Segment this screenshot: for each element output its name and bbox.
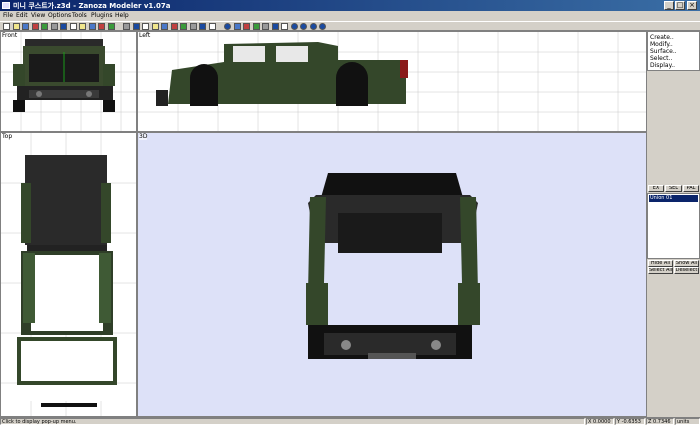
tex-icon[interactable] xyxy=(208,23,216,30)
zoom-icon[interactable] xyxy=(170,23,178,30)
top-truck-model xyxy=(17,155,117,407)
cone-icon[interactable] xyxy=(300,23,307,30)
cube-icon[interactable] xyxy=(281,23,288,30)
status-units: units xyxy=(675,418,700,425)
side-truck-model xyxy=(156,42,408,106)
menu-file[interactable]: File xyxy=(3,12,13,19)
hide-all-button[interactable]: Hide All xyxy=(648,260,673,267)
perspective-view-canvas xyxy=(306,173,480,359)
sphere-icon[interactable] xyxy=(224,23,231,30)
viewport-label-persp: 3D xyxy=(139,133,148,140)
command-list: Create.. Modify.. Surface.. Select.. Dis… xyxy=(647,31,700,71)
status-z: Z 0.7346 xyxy=(646,418,674,425)
status-message: Click to display pop-up menu. xyxy=(0,418,585,425)
render-icon[interactable] xyxy=(107,23,115,30)
viewport-perspective[interactable]: 3D xyxy=(137,132,647,417)
object-list[interactable]: Union 01 xyxy=(647,193,700,259)
viewport-label-top: Top xyxy=(2,133,13,140)
menu-bar: File Edit View Options Tools Plugins Hel… xyxy=(0,11,700,21)
edge-icon[interactable] xyxy=(243,23,250,30)
cut-icon[interactable] xyxy=(31,23,39,30)
command-display[interactable]: Display.. xyxy=(650,62,675,69)
undo-icon[interactable] xyxy=(60,23,67,30)
status-z-label: Z xyxy=(648,419,652,425)
fit-icon[interactable] xyxy=(189,23,197,30)
v-icon[interactable] xyxy=(88,23,96,30)
cylinder-icon[interactable] xyxy=(290,23,298,30)
perspective-truck-model xyxy=(306,173,480,359)
front-truck-model xyxy=(13,39,115,112)
viewport-front[interactable]: Front xyxy=(0,31,137,132)
viewport-top[interactable]: Top xyxy=(0,132,137,417)
menu-view[interactable]: View xyxy=(31,12,45,19)
status-z-value: 0.7346 xyxy=(653,419,671,425)
status-y-value: -0.6353 xyxy=(621,419,641,425)
edit-icon[interactable] xyxy=(262,23,269,30)
rotate-icon[interactable] xyxy=(142,23,149,30)
menu-tools[interactable]: Tools xyxy=(72,12,87,19)
window-title: 미니 쿠스트가.z3d - Zanoza Modeler v1.07a xyxy=(13,2,171,10)
save-icon[interactable] xyxy=(22,23,29,30)
menu-edit[interactable]: Edit xyxy=(16,12,28,19)
tab-sel[interactable]: SEL xyxy=(665,185,682,192)
paint-icon[interactable] xyxy=(161,23,168,30)
menu-options[interactable]: Options xyxy=(48,12,71,19)
left-view-canvas xyxy=(138,32,646,131)
paste-icon[interactable] xyxy=(50,23,58,30)
select-all-button[interactable]: Select All xyxy=(648,267,673,274)
face-icon[interactable] xyxy=(252,23,260,30)
top-view-canvas xyxy=(1,133,136,416)
d-icon[interactable] xyxy=(98,23,105,30)
h-icon[interactable] xyxy=(79,23,86,30)
object-item-union[interactable]: Union 01 xyxy=(649,195,698,202)
status-bar: Click to display pop-up menu. X 0.0000 Y… xyxy=(0,417,700,425)
viewport-left[interactable]: Left xyxy=(137,31,647,132)
command-select[interactable]: Select.. xyxy=(650,55,672,62)
show-all-button[interactable]: Show All xyxy=(674,260,699,267)
menu-plugins[interactable]: Plugins xyxy=(91,12,113,19)
tab-ex[interactable]: EX xyxy=(648,185,664,192)
title-bar: 미니 쿠스트가.z3d - Zanoza Modeler v1.07a _ □ … xyxy=(0,0,700,11)
copy-icon[interactable] xyxy=(41,23,48,30)
maximize-button[interactable]: □ xyxy=(675,1,685,10)
vertex-icon[interactable] xyxy=(233,23,241,30)
status-x-value: 0.0000 xyxy=(593,419,611,425)
scale-icon[interactable] xyxy=(151,23,159,30)
status-y-label: Y xyxy=(617,419,621,425)
light-icon[interactable] xyxy=(199,23,206,30)
deselect-button[interactable]: Deselect xyxy=(674,267,699,274)
viewport-label-front: Front xyxy=(2,32,18,39)
move-icon[interactable] xyxy=(132,23,140,30)
redo-icon[interactable] xyxy=(69,23,77,30)
front-view-canvas xyxy=(1,32,136,131)
command-surface[interactable]: Surface.. xyxy=(650,48,677,55)
app-icon[interactable] xyxy=(2,2,10,9)
torus-icon[interactable] xyxy=(309,23,317,30)
new-icon[interactable] xyxy=(3,23,10,30)
tab-pal[interactable]: PAL xyxy=(683,185,699,192)
command-panel: Create.. Modify.. Surface.. Select.. Dis… xyxy=(647,31,700,417)
open-icon[interactable] xyxy=(12,23,20,30)
minimize-button[interactable]: _ xyxy=(664,1,674,10)
command-modify[interactable]: Modify.. xyxy=(650,41,673,48)
close-button[interactable]: × xyxy=(687,1,697,10)
command-create[interactable]: Create.. xyxy=(650,34,674,41)
menu-help[interactable]: Help xyxy=(115,12,129,19)
status-x: X 0.0000 xyxy=(586,418,614,425)
pan-icon[interactable] xyxy=(180,23,187,30)
toolbar xyxy=(0,21,700,31)
status-x-label: X xyxy=(588,419,592,425)
z-icon[interactable] xyxy=(271,23,279,30)
status-y: Y -0.6353 xyxy=(615,418,645,425)
lathe-icon[interactable] xyxy=(319,23,326,30)
select-icon[interactable] xyxy=(123,23,130,30)
viewport-label-left: Left xyxy=(139,32,151,39)
